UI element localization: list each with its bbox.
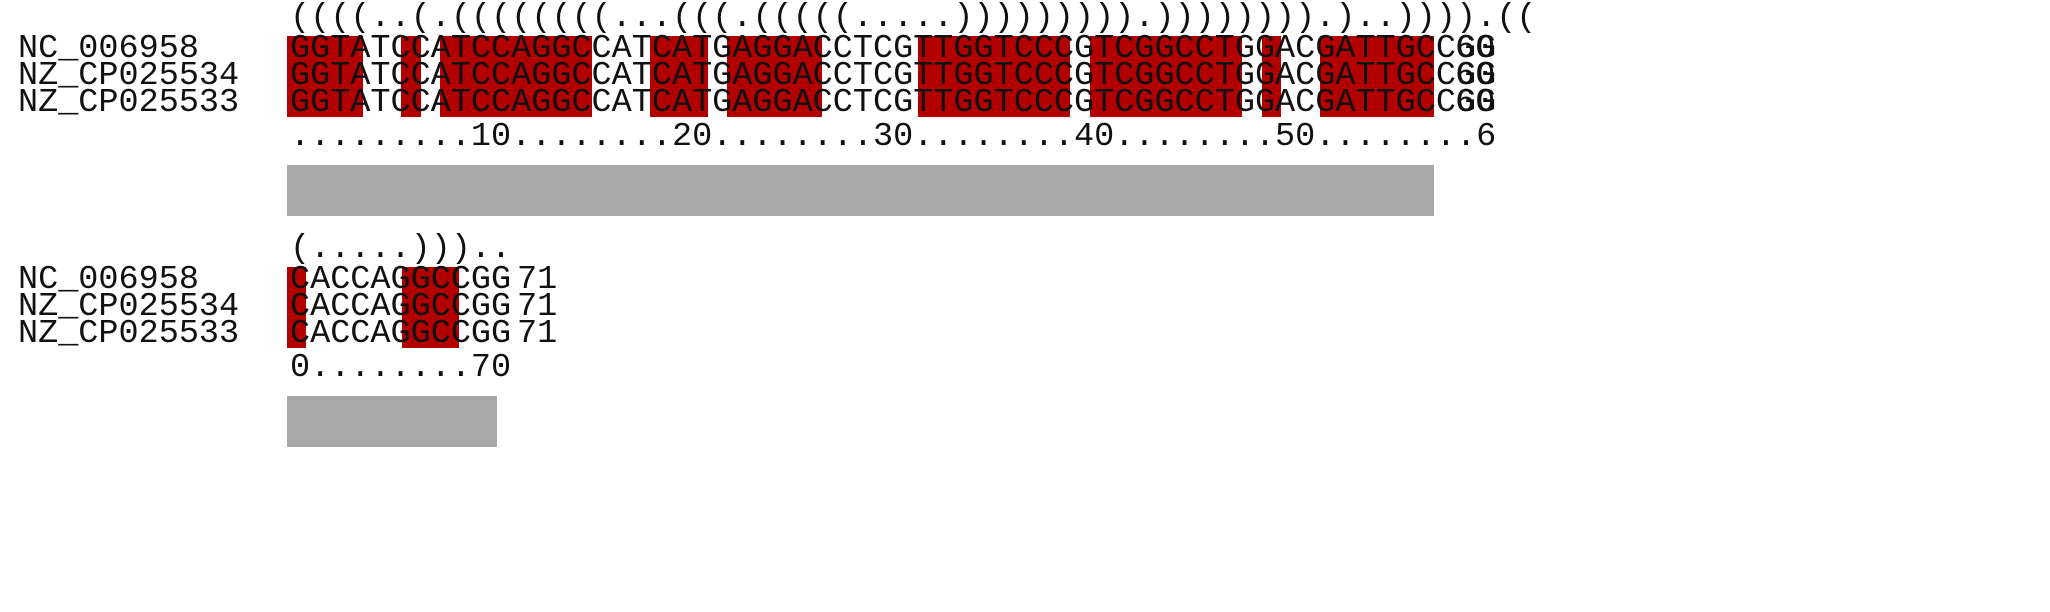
conservation-bar <box>287 165 1434 216</box>
position-ruler: .........10........20........30........4… <box>290 118 1497 156</box>
sequence-residues: CACCAGGCCGG <box>290 315 512 353</box>
position-ruler: 0........70 <box>290 349 512 387</box>
conservation-bar <box>287 396 497 447</box>
sequence-end-position: 71 <box>517 315 558 353</box>
sequence-name: NZ_CP025533 <box>18 84 240 122</box>
sequence-end-position: 60 <box>1455 84 1496 122</box>
sequence-residues: GGTATCCATCCAGGCCATCATGAGGACCTCGTTGGTCCCG… <box>290 84 1497 122</box>
sequence-name: NZ_CP025533 <box>18 315 240 353</box>
